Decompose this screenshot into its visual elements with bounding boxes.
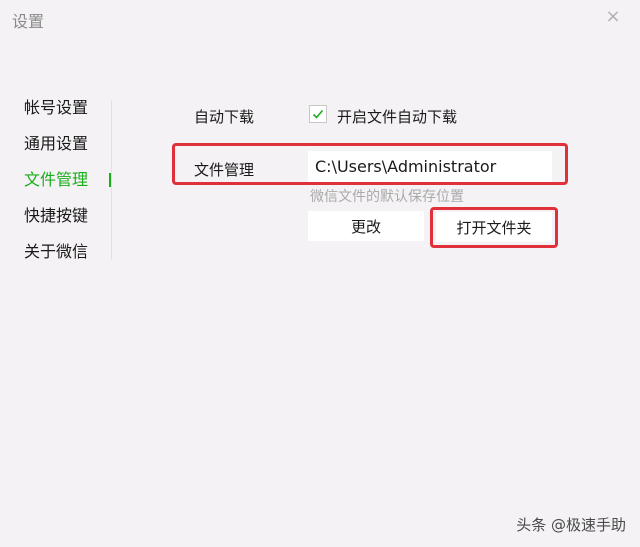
watermark: 头条 @极速手助 bbox=[516, 516, 626, 534]
open-folder-button[interactable]: 打开文件夹 bbox=[436, 212, 552, 242]
sidebar-item-shortcuts[interactable]: 快捷按键 bbox=[0, 198, 120, 234]
save-path-hint: 微信文件的默认保存位置 bbox=[310, 189, 464, 205]
sidebar-item-file-management[interactable]: 文件管理 bbox=[0, 162, 120, 198]
save-path-field[interactable]: C:\Users\Administrator bbox=[308, 151, 552, 183]
sidebar-item-account[interactable]: 帐号设置 bbox=[0, 90, 120, 126]
sidebar: 帐号设置 通用设置 文件管理 快捷按键 关于微信 bbox=[0, 90, 120, 270]
sidebar-item-about[interactable]: 关于微信 bbox=[0, 234, 120, 270]
close-button[interactable]: × bbox=[598, 4, 628, 28]
change-button[interactable]: 更改 bbox=[308, 211, 424, 241]
auto-download-label: 自动下载 bbox=[194, 108, 255, 126]
auto-download-checkbox[interactable] bbox=[309, 105, 327, 123]
checkmark-icon bbox=[312, 109, 324, 119]
sidebar-item-general[interactable]: 通用设置 bbox=[0, 126, 120, 162]
auto-download-checkbox-label[interactable]: 开启文件自动下载 bbox=[337, 106, 457, 127]
sidebar-divider bbox=[111, 100, 112, 260]
window-title: 设置 bbox=[12, 12, 45, 31]
file-management-label: 文件管理 bbox=[194, 161, 255, 179]
